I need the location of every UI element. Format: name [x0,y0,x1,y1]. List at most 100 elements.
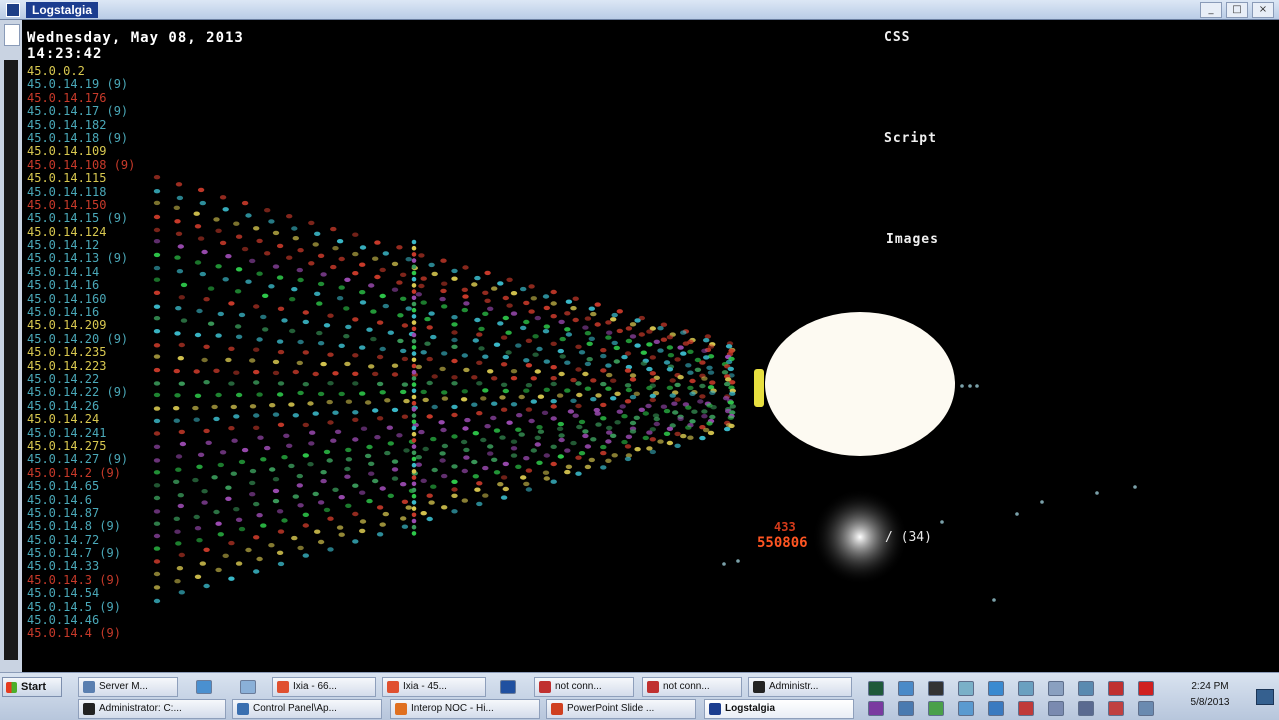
tray-battery-icon[interactable] [928,701,944,716]
request-dot [578,419,586,425]
tray-window-icon[interactable] [1048,681,1064,696]
tray-sync-icon[interactable] [1078,681,1094,696]
request-dot [312,491,319,497]
request-dot [669,393,676,398]
taskbar-button[interactable]: Server M... [78,677,178,697]
tray-alert-icon[interactable] [1018,701,1034,716]
request-dot [277,306,285,311]
taskbar-button[interactable]: PowerPoint Slide ... [546,699,696,719]
request-dot [411,326,417,332]
tray-display-icon[interactable] [898,701,914,716]
request-dot [260,457,267,462]
request-dot [374,274,381,280]
request-dot [451,509,458,514]
request-dot [558,437,565,443]
request-dot [671,401,678,406]
request-dot [411,283,417,288]
tray-monitor-icon[interactable] [928,681,944,696]
request-dot [476,411,483,416]
request-dot [370,309,377,314]
request-dot [666,440,674,446]
request-dot [550,416,557,421]
request-dot [379,293,386,299]
side-tab[interactable] [4,24,20,46]
system-clock[interactable]: 2:24 PM 5/8/2013 [1170,679,1250,711]
maximize-button[interactable]: □ [1226,2,1248,18]
request-dot [506,303,513,308]
request-dot [411,512,417,518]
tray-onenote-icon[interactable] [868,701,884,716]
request-dot [472,338,479,343]
request-dot [262,327,269,332]
taskbar-app-icon [753,681,765,693]
taskbar-button[interactable]: Ixia - 45... [382,677,486,697]
request-dot [520,475,527,480]
logstalgia-visualization: Wednesday, May 08, 2013 14:23:42 45.0.0.… [22,20,1279,672]
request-dot [253,380,260,385]
request-dot [565,332,573,337]
request-dot [401,414,409,419]
taskbar-button[interactable]: Administr... [748,677,852,697]
request-dot [327,547,334,552]
tray-power-icon[interactable] [1138,701,1154,716]
request-dot [510,402,518,407]
taskbar-button[interactable]: Ixia - 66... [272,677,376,697]
request-dot [376,381,384,387]
request-dot [576,392,583,398]
request-dot [451,464,458,469]
quicklaunch-desktop-icon[interactable] [240,680,256,694]
minimize-button[interactable]: _ [1200,2,1222,18]
taskbar-button[interactable]: not conn... [642,677,742,697]
request-dot [680,330,687,335]
taskbar-button[interactable]: Control Panel\Ap... [232,699,382,719]
tray-pdf-icon[interactable] [1138,681,1154,696]
request-dot [461,287,468,292]
tray-network-icon[interactable] [898,681,914,696]
request-dot [245,279,252,284]
request-dot [428,311,435,316]
taskbar-button[interactable]: Logstalgia [704,699,854,719]
quicklaunch-network-icon[interactable] [196,680,212,694]
request-dot [497,482,504,487]
request-dot [506,420,513,425]
request-dot [411,369,417,375]
tray-app-icon[interactable] [958,681,974,696]
request-dot [411,524,417,530]
taskbar-button[interactable]: not conn... [534,677,634,697]
request-dot [515,343,522,348]
close-button[interactable]: × [1252,2,1274,18]
request-dot [405,257,412,262]
request-dot [680,433,687,439]
taskbar-button[interactable]: Interop NOC - Hi... [390,699,540,719]
tray-record-icon[interactable] [1108,681,1124,696]
show-desktop-button[interactable] [1256,689,1274,705]
request-dot [510,453,518,458]
window-title-bar[interactable]: Logstalgia _ □ × [0,0,1279,20]
tray-cloud-icon[interactable] [958,701,974,716]
tray-settings-icon[interactable] [1048,701,1064,716]
request-dot [462,265,469,270]
tray-flag-icon[interactable] [1078,701,1094,716]
request-dot [260,314,267,320]
ip-address: 45.0.14.17 (9) [27,104,129,119]
request-dot [276,392,284,397]
request-dot [430,436,437,442]
request-dot [372,408,379,413]
request-dot [297,277,304,283]
quicklaunch-ps-icon[interactable] [500,680,516,694]
request-dot [649,397,656,403]
tray-volume-icon[interactable] [1108,701,1124,716]
taskbar-button[interactable]: Administrator: C:... [78,699,226,719]
request-dot [478,326,485,332]
start-button[interactable]: Start [2,677,62,697]
request-dot [330,264,337,270]
windows-logo-icon [6,682,17,693]
tray-shield-icon[interactable] [988,701,1004,716]
request-dot [672,410,679,415]
request-dot [629,377,637,382]
tray-globe-icon[interactable] [988,681,1004,696]
tray-chat-icon[interactable] [1018,681,1034,696]
tray-terminal-icon[interactable] [868,681,884,696]
taskbar-button-label: Ixia - 66... [293,681,337,692]
request-dot [400,296,407,301]
